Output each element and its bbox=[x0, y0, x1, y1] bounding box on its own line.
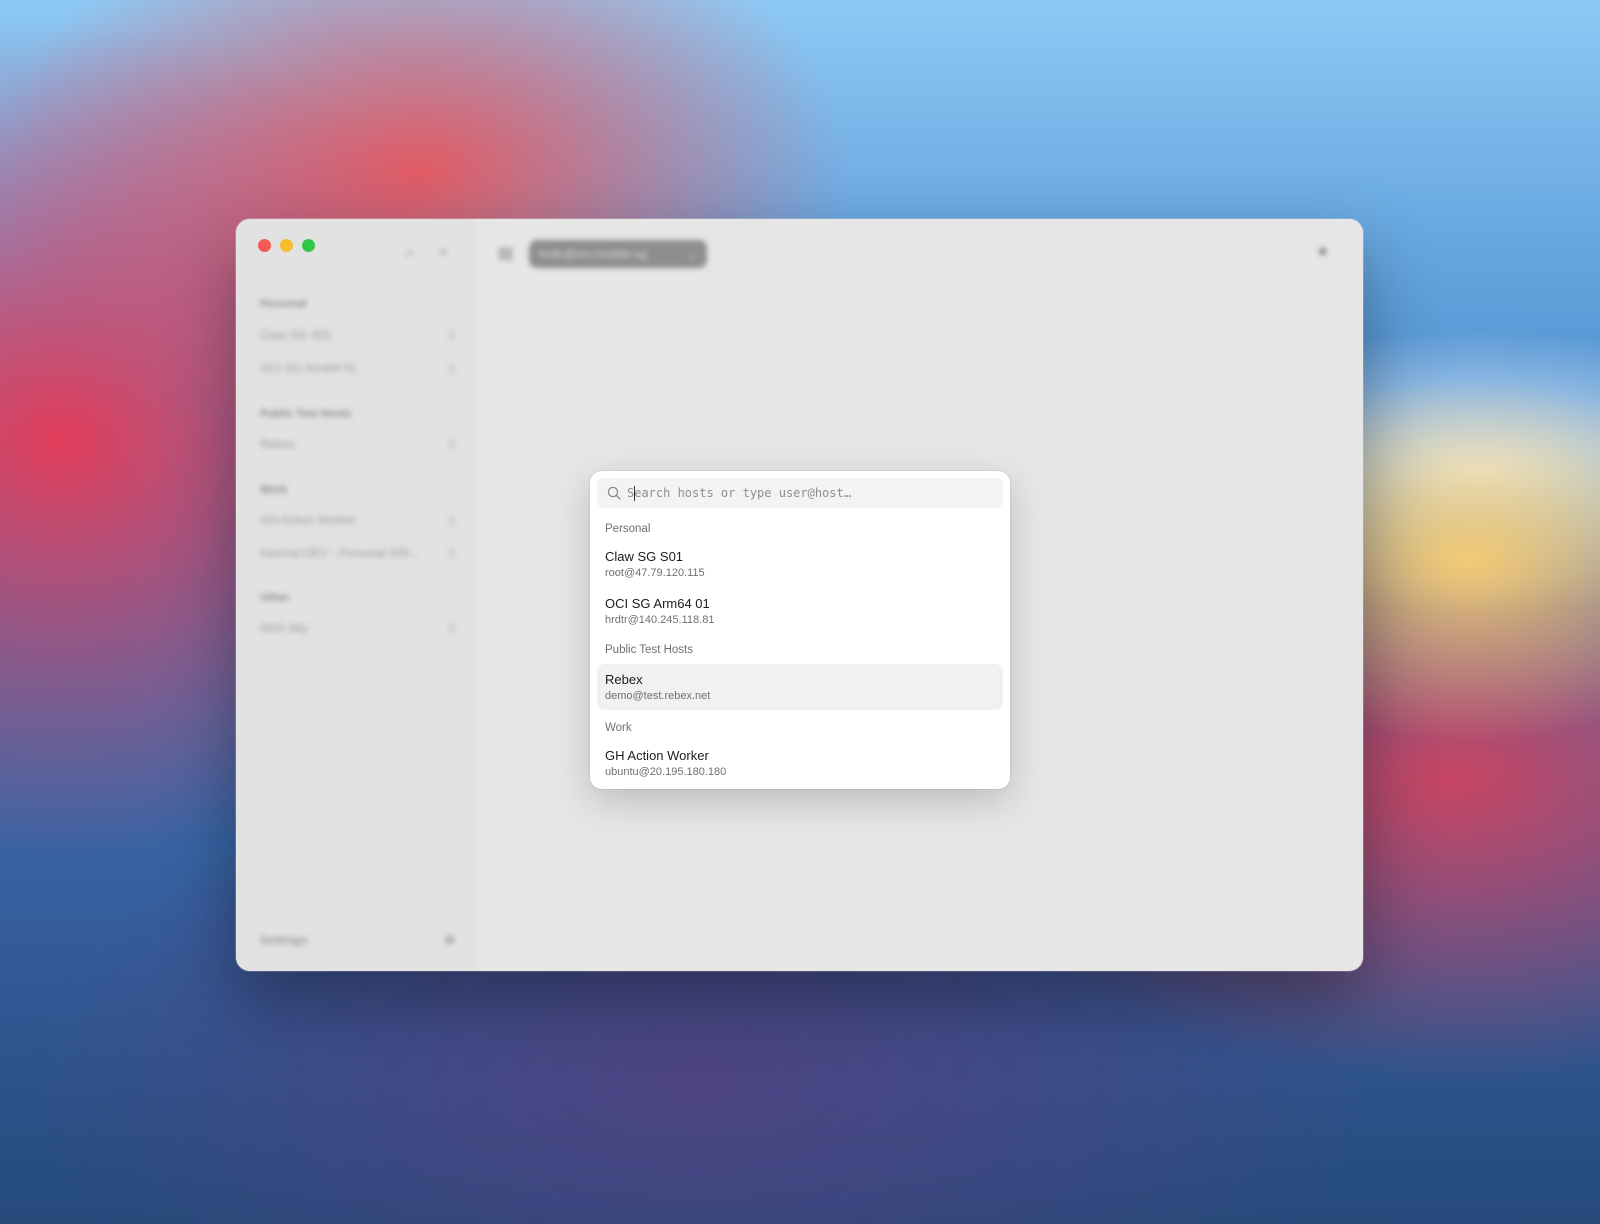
window-controls bbox=[258, 239, 315, 252]
sidebar-item[interactable]: GH Action Worker 1 bbox=[260, 513, 455, 527]
sidebar-item-count: 1 bbox=[448, 546, 455, 560]
host-address: ubuntu@20.195.180.180 bbox=[605, 766, 727, 778]
add-host-icon[interactable]: + bbox=[439, 244, 448, 261]
host-name: Claw SG S01 bbox=[605, 549, 684, 564]
zoom-window-button[interactable] bbox=[302, 239, 315, 252]
group-title: Public Test Hosts bbox=[605, 644, 693, 656]
host-item[interactable]: OCI SG Arm64 01 hrdtr@140.245.118.81 bbox=[597, 590, 1003, 632]
sidebar-item-label: Rebex bbox=[260, 437, 295, 451]
host-name: GH Action Worker bbox=[605, 748, 709, 763]
host-address: demo@test.rebex.net bbox=[605, 690, 711, 702]
text-caret bbox=[634, 486, 635, 501]
host-name: OCI SG Arm64 01 bbox=[605, 596, 710, 611]
host-name: Rebex bbox=[605, 672, 643, 687]
sidebar-toggle-icon[interactable]: ▤ bbox=[498, 243, 513, 263]
sidebar-item-label: GH Action Worker bbox=[260, 513, 356, 527]
sidebar-item-count: 1 bbox=[448, 328, 455, 342]
chevron-down-icon: ⌄ bbox=[686, 247, 697, 261]
sidebar-item-count: 1 bbox=[448, 621, 455, 635]
minimize-window-button[interactable] bbox=[280, 239, 293, 252]
sidebar: ⌕ + Personal Claw SG S01 1 OCI SG Arm64 … bbox=[236, 219, 476, 971]
group-title: Personal bbox=[605, 523, 651, 535]
host-address: root@47.79.120.115 bbox=[605, 567, 705, 579]
search-icon[interactable]: ⌕ bbox=[406, 244, 414, 261]
host-item[interactable]: GH Action Worker ubuntu@20.195.180.180 bbox=[597, 742, 1003, 784]
host-address: hrdtr@140.245.118.81 bbox=[605, 614, 715, 626]
settings-label: Settings bbox=[260, 933, 308, 947]
sidebar-item-label: Internal DEV - Personal 005... bbox=[260, 546, 420, 560]
sidebar-item-label: OCI SG Arm64 01 bbox=[260, 361, 357, 375]
settings-button[interactable]: Settings ⚙ bbox=[260, 933, 455, 947]
session-tab-label: hrdtr@oci-mobile-sg bbox=[539, 247, 648, 261]
gear-icon: ⚙ bbox=[444, 933, 455, 947]
host-item[interactable]: Claw SG S01 root@47.79.120.115 bbox=[597, 543, 1003, 585]
sidebar-group-title: Work bbox=[260, 484, 288, 496]
sidebar-group-title: Other bbox=[260, 592, 290, 604]
host-palette: Personal Claw SG S01 root@47.79.120.115 … bbox=[590, 471, 1010, 789]
host-item-selected[interactable]: Rebex demo@test.rebex.net bbox=[597, 664, 1003, 710]
sidebar-item-label: NAS Sky bbox=[260, 621, 309, 635]
sidebar-item[interactable]: Internal DEV - Personal 005... 1 bbox=[260, 546, 455, 560]
sidebar-item-count: 1 bbox=[448, 513, 455, 527]
sidebar-item-count: 1 bbox=[448, 361, 455, 375]
user-icon[interactable]: ● bbox=[1318, 243, 1328, 261]
sidebar-item-label: Claw SG S01 bbox=[260, 328, 333, 342]
group-title: Work bbox=[605, 722, 632, 734]
sidebar-group-title: Personal bbox=[260, 298, 307, 310]
sidebar-group-title: Public Test Hosts bbox=[260, 408, 352, 420]
search-field[interactable] bbox=[597, 478, 1003, 508]
search-input[interactable] bbox=[627, 478, 1003, 508]
sidebar-item-count: 1 bbox=[448, 437, 455, 451]
sidebar-item[interactable]: NAS Sky 1 bbox=[260, 621, 455, 635]
host-list: Personal Claw SG S01 root@47.79.120.115 … bbox=[597, 515, 1003, 789]
sidebar-item[interactable]: OCI SG Arm64 01 1 bbox=[260, 361, 455, 375]
close-window-button[interactable] bbox=[258, 239, 271, 252]
sidebar-item[interactable]: Claw SG S01 1 bbox=[260, 328, 455, 342]
session-tab[interactable]: hrdtr@oci-mobile-sg ⌄ bbox=[529, 240, 707, 268]
sidebar-item[interactable]: Rebex 1 bbox=[260, 437, 455, 451]
search-icon bbox=[607, 486, 621, 500]
